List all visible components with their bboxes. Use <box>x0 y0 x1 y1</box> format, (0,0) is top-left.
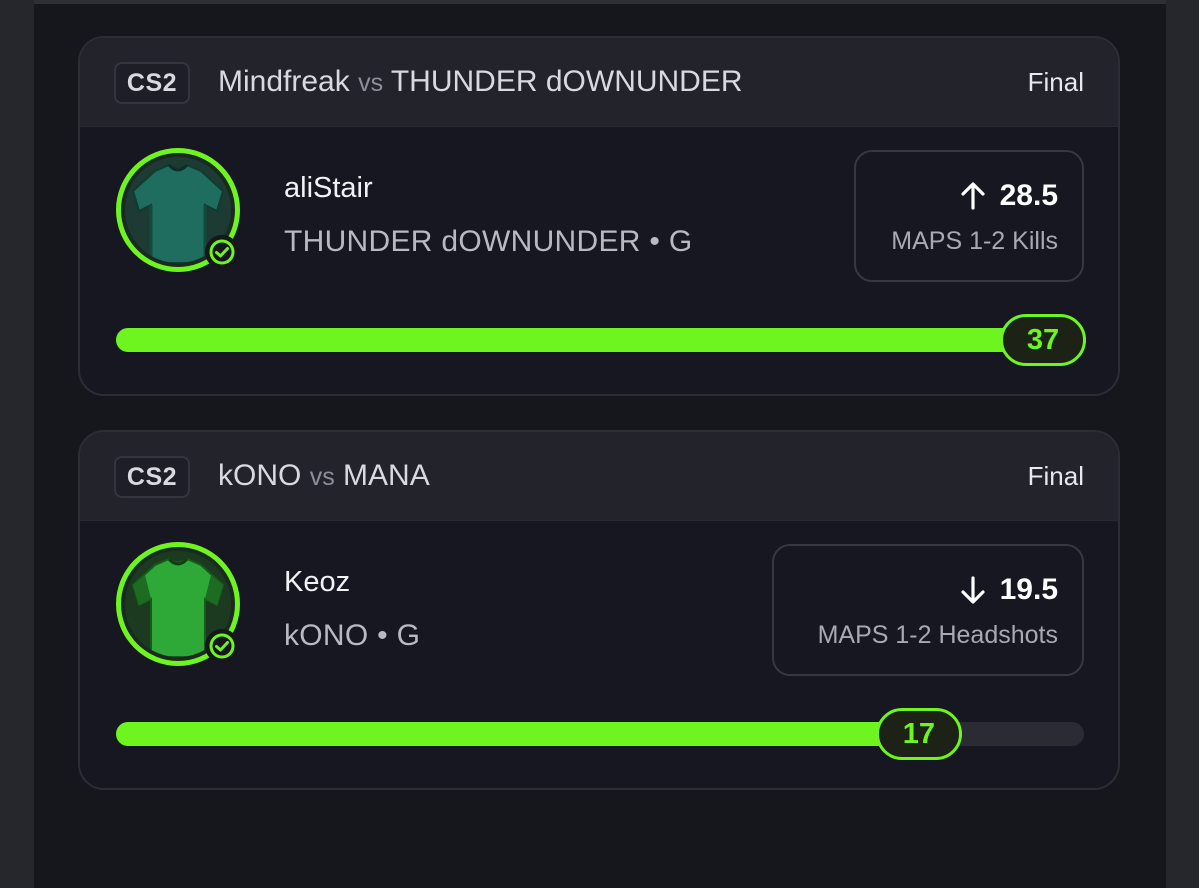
team-a: Mindfreak <box>218 65 350 98</box>
player-avatar <box>116 542 240 666</box>
pick-card[interactable]: CS2 kONO vs MANA Final Keoz kONO • G 19.… <box>78 430 1120 790</box>
projection-value: 28.5 <box>999 179 1058 212</box>
player-avatar <box>116 148 240 272</box>
card-header: CS2 Mindfreak vs THUNDER dOWNUNDER Final <box>80 38 1118 127</box>
projection-line: 28.5 <box>960 176 1058 216</box>
projection-box: 19.5 MAPS 1-2 Headshots <box>772 544 1084 676</box>
down-arrow-icon <box>961 576 985 604</box>
right-gutter <box>1166 0 1199 888</box>
vs-label: vs <box>309 463 335 491</box>
result-progress-fill <box>116 328 1086 352</box>
projection-stat: MAPS 1-2 Headshots <box>817 621 1058 649</box>
projection-stat: MAPS 1-2 Kills <box>891 227 1058 255</box>
projection-box: 28.5 MAPS 1-2 Kills <box>854 150 1084 282</box>
result-progress-track: 37 <box>116 314 1086 366</box>
result-value: 37 <box>1000 314 1086 366</box>
result-progress-fill <box>116 722 962 746</box>
verified-check-icon <box>205 629 239 663</box>
player-name: Keoz <box>284 566 351 598</box>
matchup-title: Mindfreak vs THUNDER dOWNUNDER <box>218 62 743 103</box>
up-arrow-icon <box>961 182 985 210</box>
result-value: 17 <box>875 708 962 760</box>
vs-label: vs <box>358 69 384 97</box>
verified-check-icon <box>205 235 239 269</box>
result-progress-track: 17 <box>116 708 1084 760</box>
matchup-title: kONO vs MANA <box>218 456 430 497</box>
team-b: THUNDER dOWNUNDER <box>390 65 743 98</box>
team-b: MANA <box>343 459 430 492</box>
left-gutter <box>0 0 34 888</box>
projection-value: 19.5 <box>999 573 1058 606</box>
projection-line: 19.5 <box>960 570 1058 610</box>
pick-card[interactable]: CS2 Mindfreak vs THUNDER dOWNUNDER Final… <box>78 36 1120 396</box>
player-team: THUNDER dOWNUNDER • G <box>284 225 693 258</box>
match-status: Final <box>1027 67 1084 97</box>
card-header: CS2 kONO vs MANA Final <box>80 432 1118 521</box>
player-name: aliStair <box>284 172 373 204</box>
game-badge: CS2 <box>114 62 190 104</box>
player-team: kONO • G <box>284 619 421 652</box>
match-status: Final <box>1027 461 1084 491</box>
team-a: kONO <box>218 459 302 492</box>
game-badge: CS2 <box>114 456 190 498</box>
